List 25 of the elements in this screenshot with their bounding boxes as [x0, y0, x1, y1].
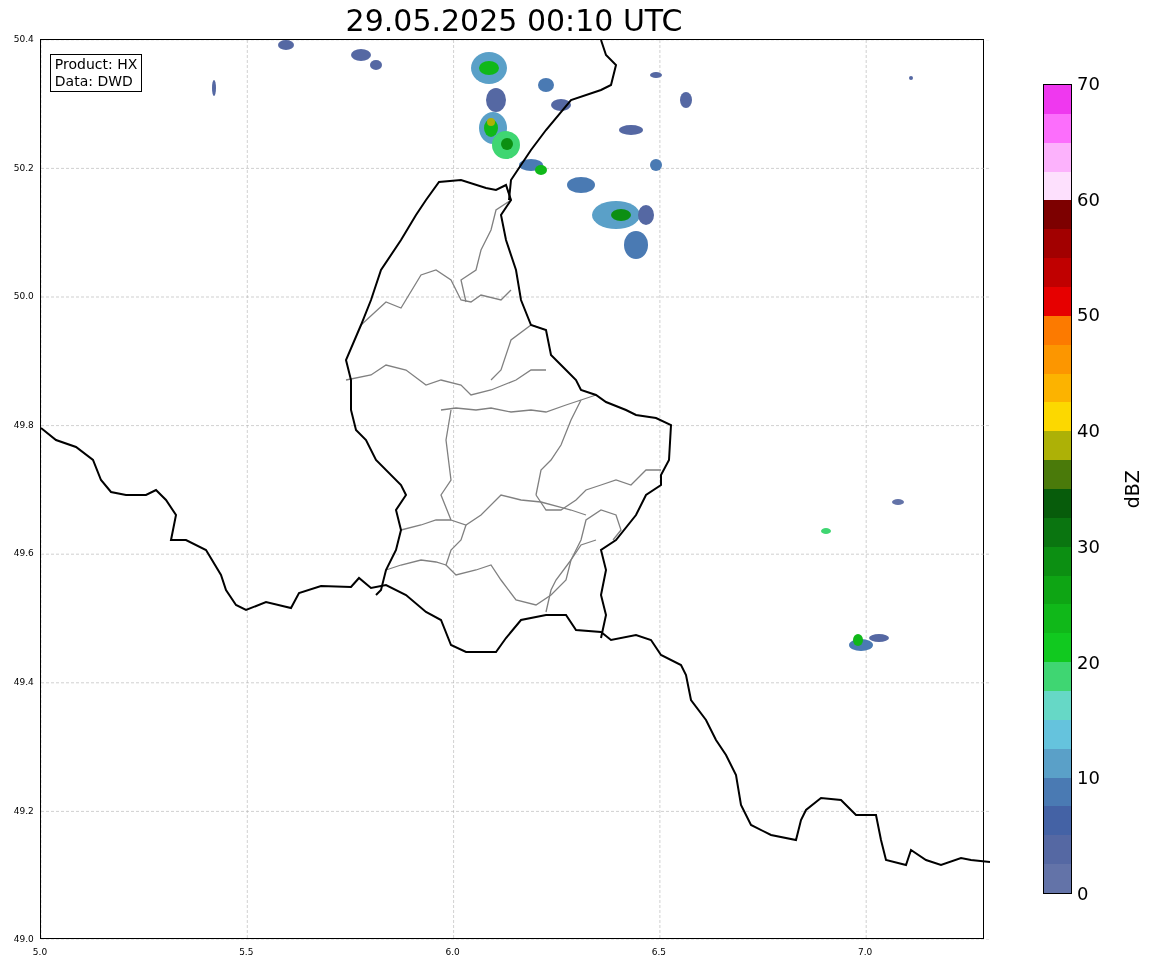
colorbar-tick-label: 50: [1077, 305, 1100, 326]
x-tick-label: 5.0: [32, 947, 48, 957]
x-tick-label: 7.0: [858, 947, 873, 957]
x-tick-label: 6.5: [651, 947, 667, 957]
colorbar-tick-label: 60: [1077, 189, 1100, 210]
y-tick-label: 50.4: [13, 34, 34, 44]
y-tick-label: 49.4: [13, 677, 34, 687]
y-tick-label: 49.0: [13, 934, 34, 945]
chart-title: 29.05.2025 00:10 UTC: [345, 3, 683, 39]
y-tick-label: 49.2: [13, 805, 34, 816]
legend-text: Data: DWD: [54, 73, 134, 90]
colorbar-tick-label: 0: [1077, 884, 1089, 904]
colorbar-tick-label: 20: [1077, 652, 1100, 673]
y-tick-label: 49.8: [13, 419, 34, 430]
y-tick-label: 49.6: [13, 548, 34, 559]
x-tick-label: 6.0: [445, 947, 460, 957]
x-tick-label: 5.5: [239, 947, 254, 957]
colorbar-tick-label: 10: [1077, 768, 1100, 789]
y-tick-label: 50.0: [13, 291, 34, 302]
y-tick-label: 50.2: [13, 162, 34, 173]
colorbar-tick-label: 30: [1077, 536, 1100, 557]
colorbar-tick-label: 40: [1077, 421, 1100, 442]
colorbar-label: dBZ: [1119, 469, 1144, 509]
colorbar-tick-label: 70: [1077, 74, 1100, 94]
legend-text: Product: HX: [54, 56, 138, 73]
